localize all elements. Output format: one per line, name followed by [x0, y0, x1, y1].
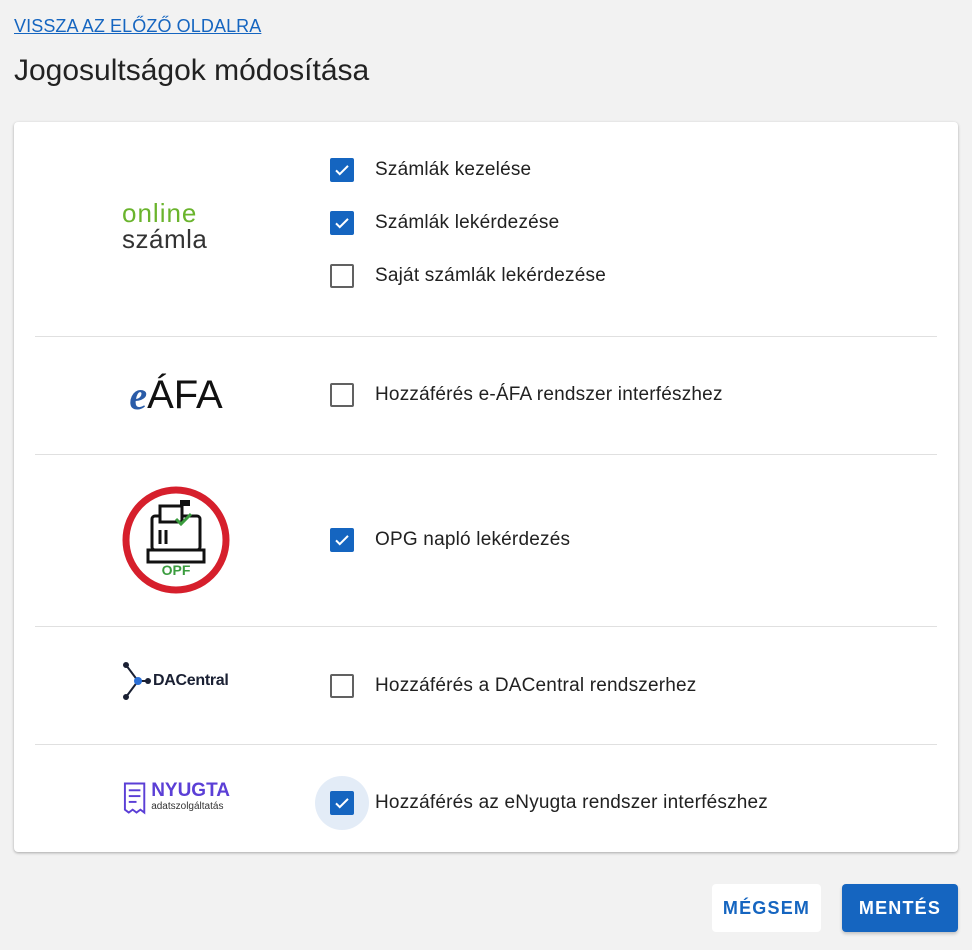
checkbox-checked[interactable]	[330, 528, 354, 552]
online-szamla-logo: online számla	[122, 196, 230, 256]
dacentral-network-icon	[123, 662, 151, 700]
checkbox-checked[interactable]	[330, 211, 354, 235]
section-dacentral: DACentral Hozzáférés a DACentral rendsze…	[35, 627, 937, 745]
eafa-logo-prefix: e	[129, 372, 148, 418]
perm-dacentral[interactable]: Hozzáférés a DACentral rendszerhez	[330, 666, 697, 706]
perm-label: Saját számlák lekérdezése	[375, 265, 606, 286]
nyugta-logo-text: NYUGTA	[151, 780, 230, 801]
perm-eafa[interactable]: Hozzáférés e-ÁFA rendszer interfészhez	[330, 375, 723, 415]
cancel-button[interactable]: MÉGSEM	[712, 884, 821, 932]
save-button[interactable]: MENTÉS	[842, 884, 958, 932]
section-nyugta: NYUGTA adatszolgáltatás Hozzáférés az eN…	[35, 745, 937, 852]
perm-szamlak-kezelese[interactable]: Számlák kezelése	[330, 150, 531, 190]
dacentral-logo-text: DACentral	[153, 672, 229, 689]
perm-label: Hozzáférés a DACentral rendszerhez	[375, 675, 697, 696]
checkbox-checked[interactable]	[330, 791, 354, 815]
perm-sajat-szamlak[interactable]: Saját számlák lekérdezése	[330, 256, 606, 296]
nyugta-logo-textblock: NYUGTA adatszolgáltatás	[151, 780, 230, 815]
checkbox-unchecked[interactable]	[330, 674, 354, 698]
nyugta-logo: NYUGTA adatszolgáltatás	[122, 779, 230, 819]
opf-logo-text: OPF	[161, 562, 191, 578]
back-link[interactable]: VISSZA AZ ELŐZŐ OLDALRA	[14, 16, 261, 37]
section-online-szamla: online számla Számlák kezelése Számlák l…	[35, 122, 937, 337]
perm-label: Számlák lekérdezése	[375, 212, 560, 233]
section-eafa: e ÁFA Hozzáférés e-ÁFA rendszer interfés…	[35, 337, 937, 455]
online-logo-line1: online	[122, 198, 198, 228]
eafa-logo-text: ÁFA	[147, 372, 223, 417]
perm-label: OPG napló lekérdezés	[375, 529, 571, 550]
perm-opg-naplo[interactable]: OPG napló lekérdezés	[330, 520, 570, 560]
receipt-icon	[123, 782, 146, 815]
perm-label: Hozzáférés e-ÁFA rendszer interfészhez	[375, 384, 723, 405]
checkbox-unchecked[interactable]	[330, 264, 354, 288]
nyugta-logo-sub: adatszolgáltatás	[151, 801, 224, 812]
online-logo-line2: számla	[122, 224, 208, 254]
page-title: Jogosultságok módosítása	[14, 54, 370, 87]
perm-label: Hozzáférés az eNyugta rendszer interfész…	[375, 792, 769, 813]
checkbox-checked[interactable]	[330, 158, 354, 182]
section-opf: OPF OPG napló lekérdezés	[35, 455, 937, 627]
eafa-logo: e ÁFA	[122, 372, 230, 418]
perm-label: Számlák kezelése	[375, 159, 532, 180]
permissions-card: online számla Számlák kezelése Számlák l…	[14, 122, 958, 852]
checkbox-unchecked[interactable]	[330, 383, 354, 407]
opf-logo: OPF	[122, 486, 230, 594]
dacentral-logo: DACentral	[122, 661, 230, 701]
perm-enyugta[interactable]: Hozzáférés az eNyugta rendszer interfész…	[315, 776, 769, 830]
perm-szamlak-lekerdezese[interactable]: Számlák lekérdezése	[330, 203, 559, 243]
